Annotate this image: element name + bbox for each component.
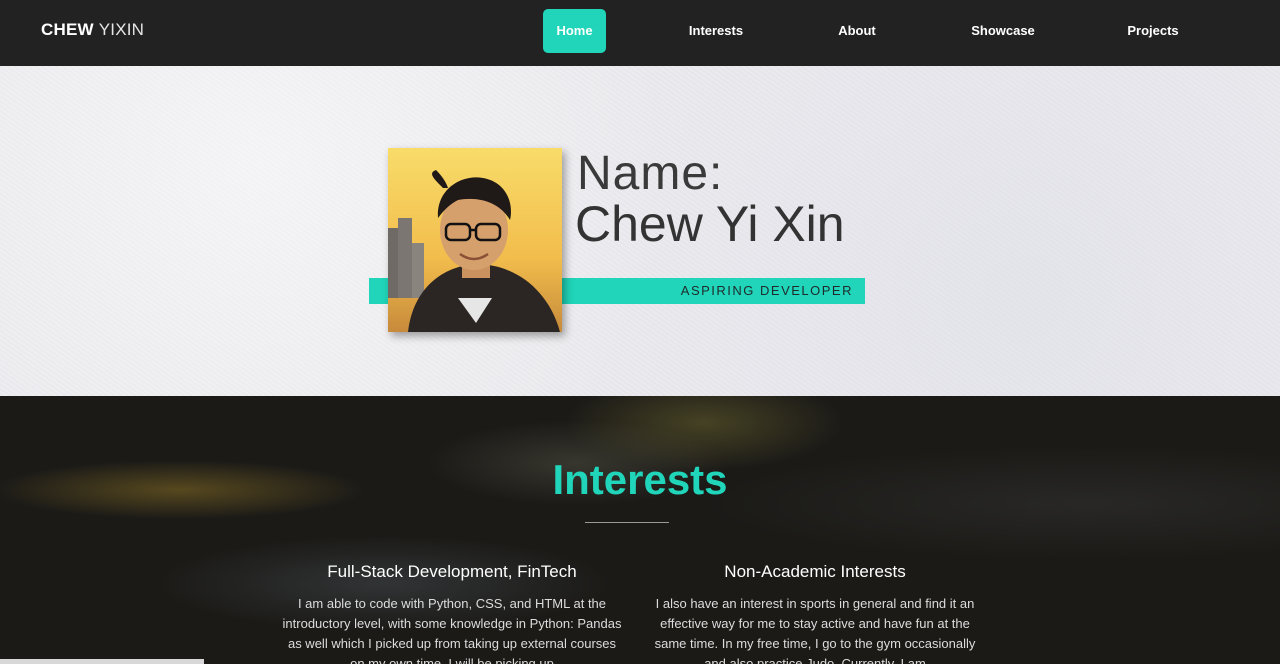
- brand-logo[interactable]: CHEW YIXIN: [41, 20, 144, 40]
- profile-photo-illustration: [388, 148, 562, 332]
- nav-showcase-link[interactable]: Showcase: [962, 9, 1044, 53]
- interest-column-non-academic: Non-Academic Interests I also have an in…: [645, 562, 985, 664]
- interest-text: I am able to code with Python, CSS, and …: [282, 596, 622, 664]
- title-divider: [585, 522, 669, 523]
- name-value: Chew Yi Xin: [575, 196, 845, 252]
- top-navbar: CHEW YIXIN Home Interests About Showcase …: [0, 0, 1280, 66]
- nav-about-link[interactable]: About: [830, 9, 884, 53]
- interest-column-fintech: Full-Stack Development, FinTech I am abl…: [282, 562, 622, 664]
- hero-section: ASPIRING DEVELOPER Name: Chew Yi Xin: [0, 66, 1280, 396]
- brand-first: CHEW: [41, 20, 94, 39]
- browser-status-bar: [0, 659, 204, 664]
- profile-photo: [388, 148, 562, 332]
- name-label: Name:: [577, 147, 724, 200]
- nav-projects-link[interactable]: Projects: [1120, 9, 1186, 53]
- nav-interests-link[interactable]: Interests: [680, 9, 752, 53]
- interest-heading: Full-Stack Development, FinTech: [327, 562, 577, 581]
- brand-second: YIXIN: [98, 20, 145, 39]
- interests-title: Interests: [552, 456, 728, 503]
- interests-section: Interests Full-Stack Development, FinTec…: [0, 396, 1280, 664]
- nav-home-link[interactable]: Home: [543, 9, 606, 53]
- tagline-text: ASPIRING DEVELOPER: [680, 283, 853, 298]
- interest-heading: Non-Academic Interests: [724, 562, 906, 581]
- interest-text: I also have an interest in sports in gen…: [654, 596, 976, 664]
